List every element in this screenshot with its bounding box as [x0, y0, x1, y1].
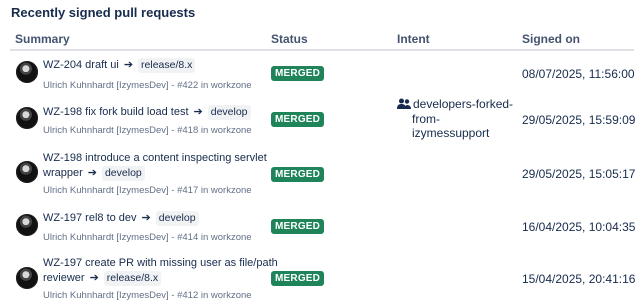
signed-on-date: 29/05/2025, 15:59:09 [522, 113, 636, 127]
branch-tag[interactable]: release/8.x [138, 58, 196, 73]
arrow-right-icon: ➔ [141, 212, 151, 224]
intent-cell[interactable]: developers-forked- from- izymessupport [397, 97, 527, 141]
branch-tag[interactable]: develop [101, 166, 145, 181]
pr-title-line: WZ-204 draft ui ➔ release/8.x [43, 57, 196, 73]
signed-on-date: 16/04/2025, 10:04:35 [522, 220, 636, 234]
group-icon [397, 98, 411, 109]
status-badge: MERGED [271, 219, 325, 234]
intent-text-3: izymessupport [412, 126, 490, 140]
signed-on-date: 15/04/2025, 20:41:16 [522, 272, 636, 286]
avatar[interactable] [16, 61, 38, 83]
pr-title-line-2: reviewer ➔ release/8.x [43, 270, 162, 286]
column-header-status[interactable]: Status [271, 32, 308, 46]
pr-title-link[interactable]: WZ-197 create PR with missing user as fi… [43, 257, 278, 269]
intent-text-1: developers-forked- [413, 97, 514, 111]
column-header-intent[interactable]: Intent [397, 32, 430, 46]
arrow-right-icon: ➔ [87, 167, 97, 179]
status-badge: MERGED [271, 112, 325, 127]
pr-title-line: WZ-197 create PR with missing user as fi… [43, 255, 278, 271]
intent-text-2: from- [412, 111, 440, 126]
column-header-summary[interactable]: Summary [15, 32, 70, 46]
avatar[interactable] [16, 267, 38, 289]
arrow-right-icon: ➔ [123, 59, 134, 71]
pr-title-link[interactable]: WZ-198 introduce a content inspecting se… [43, 152, 267, 164]
pr-meta: Ulrich Kuhnhardt [IzymesDev] - #412 in w… [43, 290, 252, 301]
pr-title-line: WZ-197 rel8 to dev ➔ develop [43, 210, 199, 226]
pr-meta: Ulrich Kuhnhardt [IzymesDev] - #418 in w… [43, 125, 252, 136]
pr-meta: Ulrich Kuhnhardt [IzymesDev] - #414 in w… [43, 232, 252, 243]
branch-tag[interactable]: develop [155, 211, 199, 226]
pr-meta: Ulrich Kuhnhardt [IzymesDev] - #422 in w… [43, 80, 252, 91]
branch-tag[interactable]: develop [207, 105, 251, 120]
status-badge: MERGED [271, 167, 325, 182]
arrow-right-icon: ➔ [89, 272, 99, 284]
section-title: Recently signed pull requests [11, 5, 196, 20]
pr-title-link[interactable]: WZ-204 draft ui [43, 59, 119, 71]
column-header-signed-on[interactable]: Signed on [522, 32, 580, 46]
pr-title-link[interactable]: WZ-197 rel8 to dev [43, 212, 137, 224]
intent-line: developers-forked- [397, 97, 527, 112]
avatar[interactable] [16, 214, 38, 236]
status-badge: MERGED [271, 271, 325, 286]
signed-on-date: 29/05/2025, 15:05:17 [522, 167, 636, 181]
pr-meta: Ulrich Kuhnhardt [IzymesDev] - #417 in w… [43, 185, 252, 196]
pr-title-line: WZ-198 fix fork build load test ➔ develop [43, 104, 251, 120]
signed-pull-requests-panel: Recently signed pull requests Summary St… [0, 0, 640, 305]
signed-on-date: 08/07/2025, 11:56:00 [522, 67, 635, 81]
pr-title-link[interactable]: WZ-198 fix fork build load test [43, 106, 189, 118]
avatar[interactable] [16, 107, 38, 129]
pr-title-link-continued[interactable]: wrapper [43, 167, 83, 179]
pr-title-link-continued[interactable]: reviewer [43, 272, 85, 284]
status-badge: MERGED [271, 66, 325, 81]
branch-tag[interactable]: release/8.x [103, 271, 162, 286]
pr-title-line-2: wrapper ➔ develop [43, 165, 145, 181]
arrow-right-icon: ➔ [193, 106, 203, 118]
header-divider [10, 49, 634, 51]
avatar[interactable] [16, 161, 38, 183]
pr-title-line: WZ-198 introduce a content inspecting se… [43, 150, 267, 166]
